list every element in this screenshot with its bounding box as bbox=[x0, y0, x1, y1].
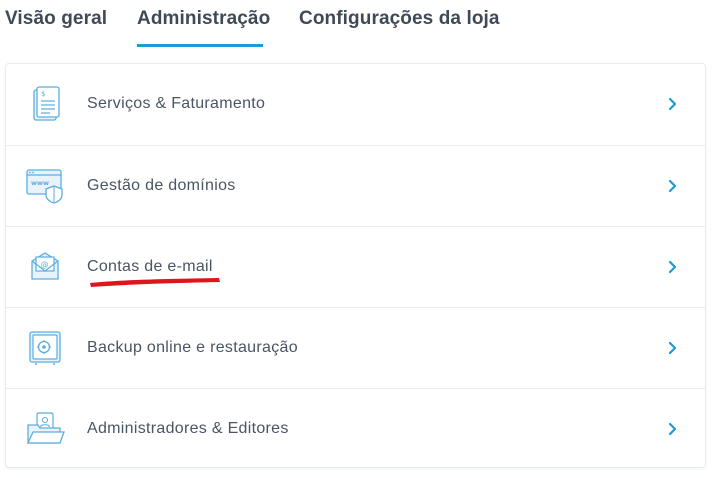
menu-item-label: Contas de e-mail bbox=[87, 258, 213, 275]
menu-item-administrators-editors[interactable]: Administradores & Editores bbox=[6, 388, 705, 470]
domain-shield-icon: www bbox=[26, 169, 63, 204]
page: Visão geral Administração Configurações … bbox=[0, 0, 713, 478]
menu-item-online-backup[interactable]: Backup online e restauração bbox=[6, 307, 705, 389]
chevron-right-icon bbox=[668, 179, 677, 193]
svg-text:$: $ bbox=[41, 90, 45, 98]
menu-item-services-billing[interactable]: $ Serviços & Faturamento bbox=[6, 64, 705, 145]
chevron-right-icon bbox=[668, 422, 677, 436]
safe-icon bbox=[29, 331, 61, 365]
menu-item-label: Backup online e restauração bbox=[87, 339, 298, 356]
chevron-right-icon bbox=[668, 341, 677, 355]
active-tab-indicator bbox=[137, 44, 263, 47]
chevron-right-icon bbox=[668, 97, 677, 111]
chevron-right-icon bbox=[668, 260, 677, 274]
tab-store-settings[interactable]: Configurações da loja bbox=[299, 8, 500, 30]
invoice-icon: $ bbox=[33, 86, 60, 121]
menu-item-domain-management[interactable]: www Gestão de domínios bbox=[6, 145, 705, 227]
admin-folder-icon bbox=[26, 412, 65, 444]
menu-item-label: Gestão de domínios bbox=[87, 177, 236, 194]
tab-overview[interactable]: Visão geral bbox=[5, 8, 107, 30]
tab-administration[interactable]: Administração bbox=[137, 8, 270, 30]
tab-bar: Visão geral Administração Configurações … bbox=[0, 0, 713, 52]
menu-item-email-accounts[interactable]: @ Contas de e-mail bbox=[6, 226, 705, 308]
svg-text:www: www bbox=[31, 179, 49, 187]
menu-item-label: Serviços & Faturamento bbox=[87, 95, 266, 112]
svg-text:@: @ bbox=[41, 260, 49, 269]
email-icon: @ bbox=[31, 252, 59, 280]
administration-menu: $ Serviços & Faturamento www Gestão de d… bbox=[5, 63, 706, 468]
menu-item-label: Administradores & Editores bbox=[87, 420, 289, 437]
